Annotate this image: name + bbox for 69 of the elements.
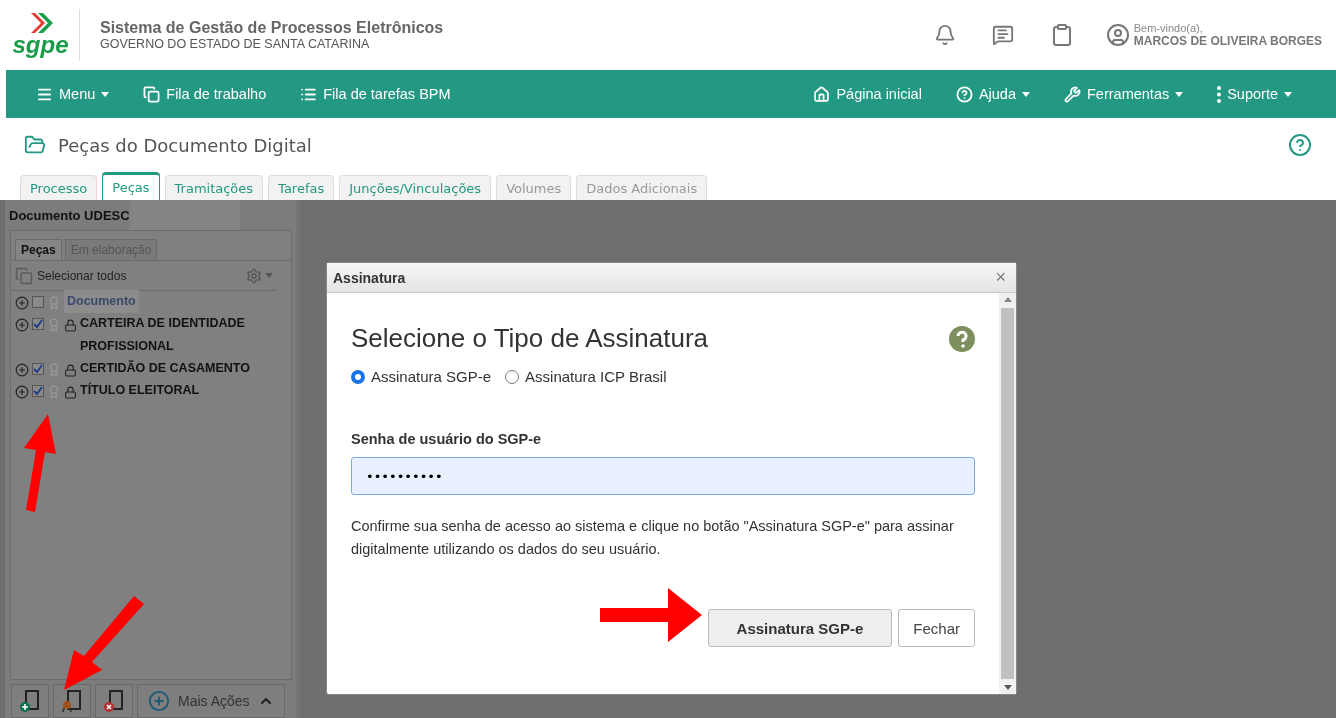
seal-icon: [47, 318, 61, 332]
help-icon[interactable]: [1288, 133, 1312, 157]
nav-item[interactable]: Página inicial: [813, 85, 922, 103]
dots-icon: [1217, 85, 1222, 103]
close-dialog-button[interactable]: Fechar: [898, 609, 975, 647]
select-all-link[interactable]: Selecionar todos: [37, 268, 246, 283]
folder-icon: [24, 134, 46, 156]
more-actions-button[interactable]: Mais Ações: [137, 684, 285, 718]
tab[interactable]: Peças: [102, 172, 160, 200]
field-label: Senha de usuário do SGP-e: [351, 431, 543, 447]
tab[interactable]: Tramitações: [164, 175, 264, 200]
document-item[interactable]: CARTEIRA DE IDENTIDADE PROFISSIONAL: [80, 312, 275, 358]
add-document-button[interactable]: [11, 684, 49, 718]
document-item[interactable]: Documento: [64, 290, 139, 313]
add-document-icon: [19, 689, 41, 713]
nav-item[interactable]: Ajuda: [955, 85, 1030, 103]
expand-icon[interactable]: [15, 385, 29, 399]
wrench-icon: [1064, 85, 1081, 103]
remove-document-icon: [103, 689, 125, 713]
help-text: Confirme sua senha de acesso ao sistema e clique no botão "Assinatura SGP-e" para assinar digitalmente utilizando os dados do seu usuário.: [351, 517, 955, 559]
document-item[interactable]: CERTIDÃO DE CASAMENTO: [80, 357, 250, 380]
panel-title: Documento UDESC: [8, 207, 130, 223]
system-subtitle: GOVERNO DO ESTADO DE SANTA CATARINA: [100, 37, 371, 51]
signature-type-option[interactable]: Assinatura ICP Brasil: [505, 368, 667, 385]
tab[interactable]: Processo: [20, 175, 98, 200]
select-all-icon: [15, 266, 33, 285]
seal-icon: [47, 385, 61, 399]
checkbox[interactable]: [32, 385, 44, 397]
nav-item[interactable]: Menu: [36, 85, 110, 103]
welcome-text: Bem-vindo(a),: [1133, 22, 1204, 34]
scrollbar-thumb[interactable]: [1001, 308, 1014, 679]
expand-icon[interactable]: [15, 363, 29, 377]
system-title: Sistema de Gestão de Processos Eletrônicos: [100, 19, 445, 37]
seal-document-icon: [61, 689, 83, 713]
user-icon[interactable]: [1105, 23, 1130, 47]
nav-item[interactable]: Ferramentas: [1064, 85, 1184, 103]
bell-icon[interactable]: [933, 24, 956, 46]
remove-document-button[interactable]: [95, 684, 133, 718]
help-icon: [955, 85, 973, 103]
tab[interactable]: Junções/Vinculações: [339, 175, 492, 200]
home-icon: [813, 85, 831, 103]
close-button[interactable]: ×: [991, 267, 1010, 288]
page-title: Peças do Documento Digital: [58, 134, 313, 156]
checkbox[interactable]: [32, 363, 44, 375]
checkbox[interactable]: [32, 296, 44, 308]
document-item[interactable]: TÍTULO ELEITORAL: [80, 379, 200, 402]
checkbox[interactable]: [32, 318, 44, 330]
sign-button[interactable]: Assinatura SGP-e: [707, 609, 893, 647]
help-icon[interactable]: [949, 325, 975, 352]
copy-icon: [143, 85, 161, 103]
expand-icon[interactable]: [15, 318, 29, 332]
user-name[interactable]: MARCOS DE OLIVEIRA BORGES: [1133, 34, 1322, 48]
panel-tab[interactable]: Peças: [15, 239, 62, 260]
expand-icon[interactable]: [15, 296, 29, 310]
nav-item[interactable]: Fila de trabalho: [143, 85, 267, 103]
password-field[interactable]: ••••••••••: [351, 457, 975, 495]
sign-document-button[interactable]: [53, 684, 91, 718]
tab[interactable]: Tarefas: [268, 175, 335, 200]
nav-item[interactable]: Fila de tarefas BPM: [300, 85, 451, 103]
dialog-heading: Selecione o Tipo de Assinatura: [351, 323, 709, 354]
message-icon[interactable]: [991, 24, 1014, 46]
logo: sgpe: [12, 33, 69, 57]
plus-icon: [148, 690, 170, 712]
signature-type-option[interactable]: Assinatura SGP-e: [351, 368, 492, 385]
name-field[interactable]: [129, 200, 240, 230]
dialog-title: Assinatura: [333, 269, 407, 286]
nav-item[interactable]: Suporte: [1217, 85, 1292, 103]
seal-icon: [47, 296, 61, 310]
seal-icon: [47, 363, 61, 377]
